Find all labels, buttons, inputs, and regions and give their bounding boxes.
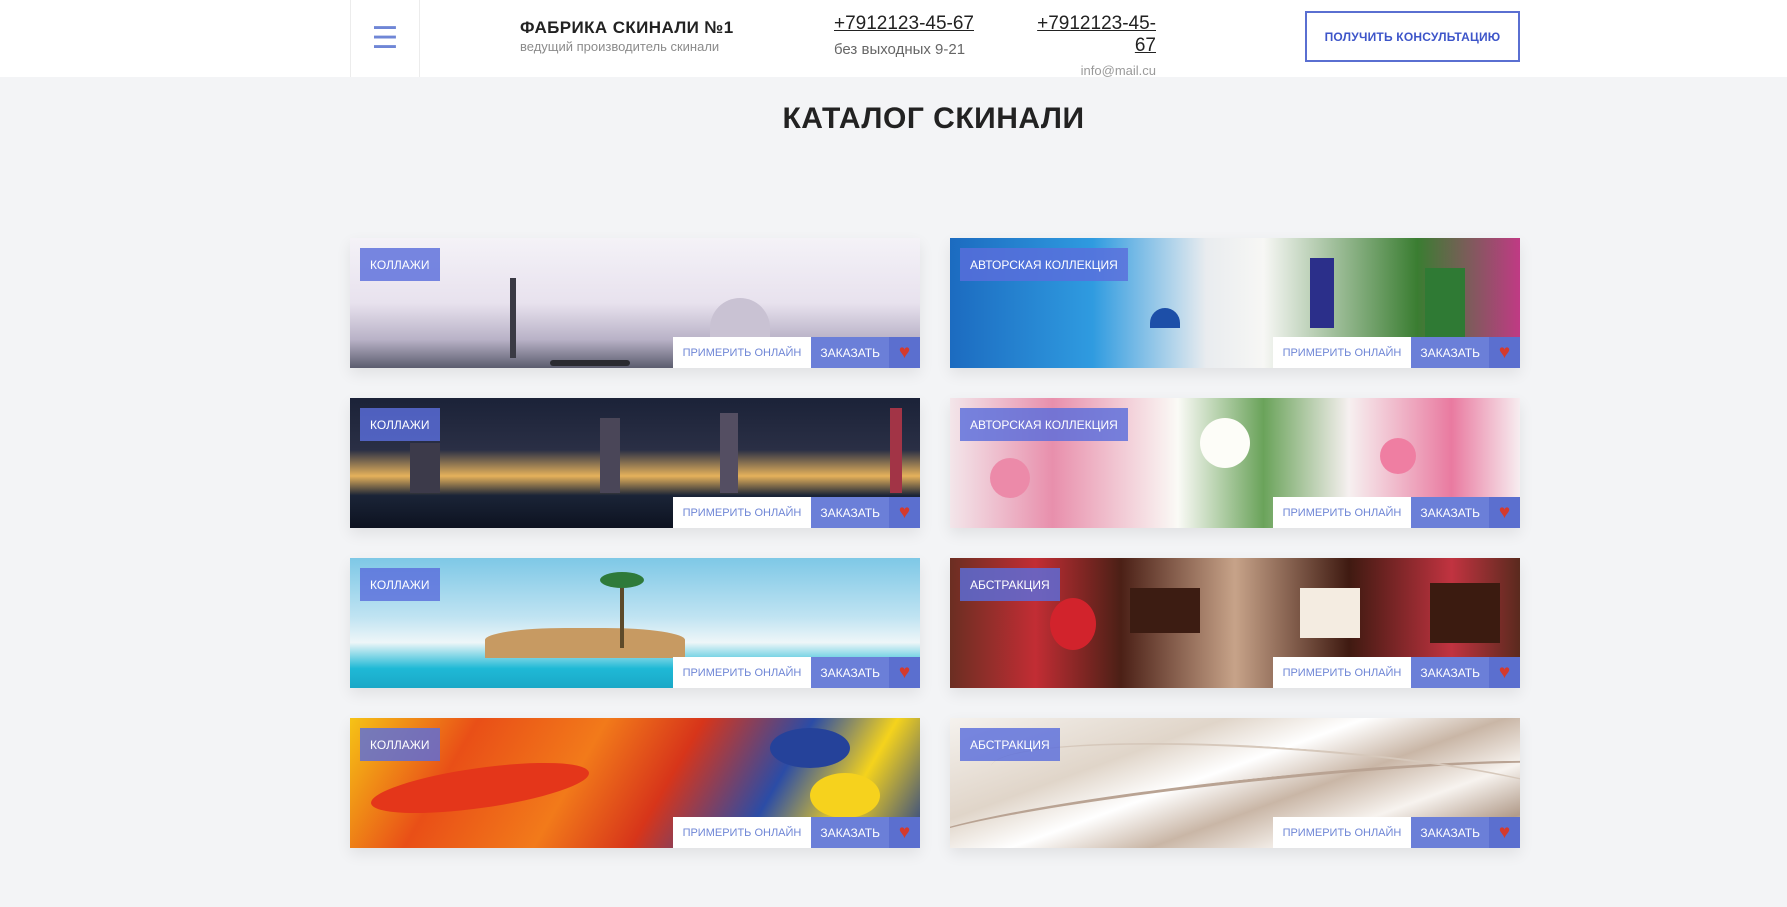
heart-icon: ♥ [898,502,911,523]
order-button[interactable]: ЗАКАЗАТЬ [1411,497,1489,528]
heart-icon: ♥ [1498,342,1511,363]
heart-icon: ♥ [1498,662,1511,683]
catalog-card[interactable]: АВТОРСКАЯ КОЛЛЕКЦИЯ ПРИМЕРИТЬ ОНЛАЙН ЗАК… [950,398,1520,528]
try-online-button[interactable]: ПРИМЕРИТЬ ОНЛАЙН [1272,657,1412,688]
category-tag[interactable]: АВТОРСКАЯ КОЛЛЕКЦИЯ [960,408,1128,441]
catalog-card[interactable]: КОЛЛАЖИ ПРИМЕРИТЬ ОНЛАЙН ЗАКАЗАТЬ ♥ [350,238,920,368]
header-inner: ☰ ФАБРИКА СКИНАЛИ №1 ведущий производите… [350,0,1520,78]
catalog-card[interactable]: КОЛЛАЖИ ПРИМЕРИТЬ ОНЛАЙН ЗАКАЗАТЬ ♥ [350,718,920,848]
try-online-button[interactable]: ПРИМЕРИТЬ ОНЛАЙН [672,817,812,848]
phone-block-primary: +7912123-45-67 без выходных 9-21 [834,13,974,58]
card-actions: ПРИМЕРИТЬ ОНЛАЙН ЗАКАЗАТЬ ♥ [1272,337,1520,368]
try-online-button[interactable]: ПРИМЕРИТЬ ОНЛАЙН [672,497,812,528]
order-button[interactable]: ЗАКАЗАТЬ [1411,657,1489,688]
catalog-card[interactable]: КОЛЛАЖИ ПРИМЕРИТЬ ОНЛАЙН ЗАКАЗАТЬ ♥ [350,398,920,528]
heart-icon: ♥ [1498,822,1511,843]
catalog-card[interactable]: АБСТРАКЦИЯ ПРИМЕРИТЬ ОНЛАЙН ЗАКАЗАТЬ ♥ [950,718,1520,848]
category-tag[interactable]: КОЛЛАЖИ [360,248,440,281]
category-tag[interactable]: КОЛЛАЖИ [360,408,440,441]
card-actions: ПРИМЕРИТЬ ОНЛАЙН ЗАКАЗАТЬ ♥ [672,497,920,528]
working-hours: без выходных 9-21 [834,41,966,58]
get-consultation-button[interactable]: ПОЛУЧИТЬ КОНСУЛЬТАЦИЮ [1305,11,1520,62]
order-button[interactable]: ЗАКАЗАТЬ [811,817,889,848]
order-button[interactable]: ЗАКАЗАТЬ [811,657,889,688]
card-actions: ПРИМЕРИТЬ ОНЛАЙН ЗАКАЗАТЬ ♥ [672,657,920,688]
try-online-button[interactable]: ПРИМЕРИТЬ ОНЛАЙН [672,657,812,688]
card-actions: ПРИМЕРИТЬ ОНЛАЙН ЗАКАЗАТЬ ♥ [672,337,920,368]
try-online-button[interactable]: ПРИМЕРИТЬ ОНЛАЙН [1272,337,1412,368]
category-tag[interactable]: КОЛЛАЖИ [360,728,440,761]
brand-subtitle: ведущий производитель скинали [520,39,720,54]
category-tag[interactable]: КОЛЛАЖИ [360,568,440,601]
brand-title: ФАБРИКА СКИНАЛИ №1 [520,18,734,37]
hamburger-menu-icon: ☰ [371,21,399,55]
category-tag[interactable]: АБСТРАКЦИЯ [960,568,1060,601]
heart-icon: ♥ [898,662,911,683]
try-online-button[interactable]: ПРИМЕРИТЬ ОНЛАЙН [672,337,812,368]
card-actions: ПРИМЕРИТЬ ОНЛАЙН ЗАКАЗАТЬ ♥ [1272,497,1520,528]
category-tag[interactable]: АБСТРАКЦИЯ [960,728,1060,761]
order-button[interactable]: ЗАКАЗАТЬ [811,337,889,368]
order-button[interactable]: ЗАКАЗАТЬ [1411,337,1489,368]
favorite-button[interactable]: ♥ [1489,657,1520,688]
heart-icon: ♥ [1498,502,1511,523]
order-button[interactable]: ЗАКАЗАТЬ [811,497,889,528]
card-actions: ПРИМЕРИТЬ ОНЛАЙН ЗАКАЗАТЬ ♥ [1272,657,1520,688]
brand[interactable]: ФАБРИКА СКИНАЛИ №1 ведущий производитель… [520,18,734,54]
catalog-card[interactable]: АВТОРСКАЯ КОЛЛЕКЦИЯ ПРИМЕРИТЬ ОНЛАЙН ЗАК… [950,238,1520,368]
card-actions: ПРИМЕРИТЬ ОНЛАЙН ЗАКАЗАТЬ ♥ [1272,817,1520,848]
try-online-button[interactable]: ПРИМЕРИТЬ ОНЛАЙН [1272,497,1412,528]
card-actions: ПРИМЕРИТЬ ОНЛАЙН ЗАКАЗАТЬ ♥ [672,817,920,848]
page-title: КАТАЛОГ СКИНАЛИ [782,102,1085,135]
menu-button[interactable]: ☰ [350,0,420,77]
phone-link-secondary[interactable]: +7912123-45-67 [1018,13,1156,57]
favorite-button[interactable]: ♥ [889,657,920,688]
favorite-button[interactable]: ♥ [889,817,920,848]
favorite-button[interactable]: ♥ [1489,817,1520,848]
order-button[interactable]: ЗАКАЗАТЬ [1411,817,1489,848]
catalog-card[interactable]: КОЛЛАЖИ ПРИМЕРИТЬ ОНЛАЙН ЗАКАЗАТЬ ♥ [350,558,920,688]
site-header: ☰ ФАБРИКА СКИНАЛИ №1 ведущий производите… [0,0,1787,78]
heart-icon: ♥ [898,822,911,843]
favorite-button[interactable]: ♥ [1489,337,1520,368]
catalog-card[interactable]: АБСТРАКЦИЯ ПРИМЕРИТЬ ОНЛАЙН ЗАКАЗАТЬ ♥ [950,558,1520,688]
try-online-button[interactable]: ПРИМЕРИТЬ ОНЛАЙН [1272,817,1412,848]
phone-link-primary[interactable]: +7912123-45-67 [834,13,974,35]
favorite-button[interactable]: ♥ [889,497,920,528]
favorite-button[interactable]: ♥ [889,337,920,368]
heart-icon: ♥ [898,342,911,363]
favorite-button[interactable]: ♥ [1489,497,1520,528]
phone-block-secondary: +7912123-45-67 info@mail.cu [1018,13,1156,78]
category-tag[interactable]: АВТОРСКАЯ КОЛЛЕКЦИЯ [960,248,1128,281]
email-address[interactable]: info@mail.cu [1018,63,1156,78]
